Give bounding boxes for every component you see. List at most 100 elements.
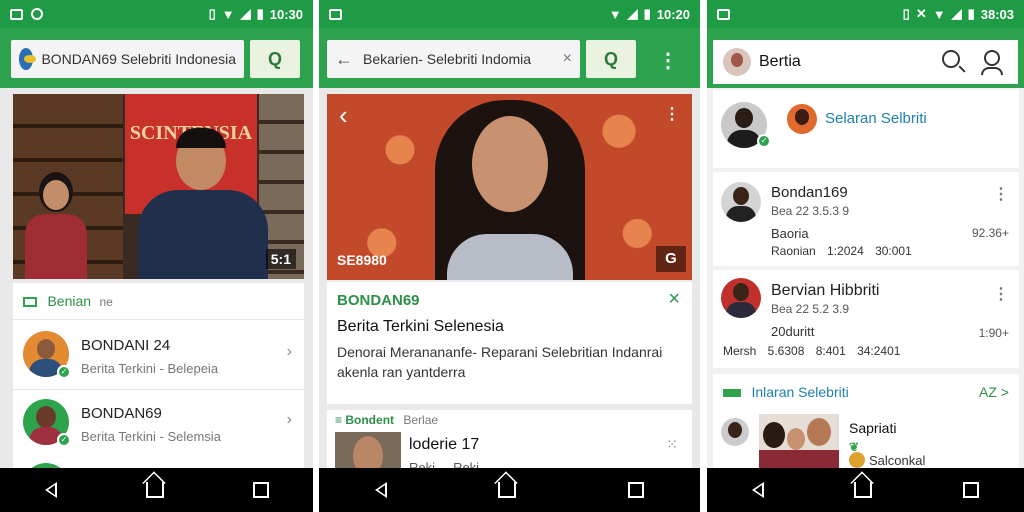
search-icon: Q [267, 48, 282, 69]
item-line-2: 20duritt [771, 324, 815, 339]
signal-icon: ◢ [627, 6, 638, 21]
item-line-1: Bea 22 3.5.3 9 [771, 204, 850, 218]
arrow-left-icon[interactable]: ← [335, 49, 353, 70]
clear-icon[interactable]: × [563, 50, 572, 68]
recents-icon[interactable] [628, 482, 645, 498]
recents-icon[interactable] [962, 482, 979, 498]
user-icon-body [981, 67, 1003, 75]
search-input[interactable]: BONDAN69 Selebriti Indonesia [11, 40, 244, 78]
profile-avatar[interactable] [723, 48, 751, 76]
top-card[interactable]: ✓ Selaran Selbriti [713, 90, 1019, 168]
status-bar: ▯ ✕ ▼ ◢ ▮ 38:03 [707, 0, 1024, 28]
search-icon[interactable] [942, 50, 960, 68]
search-text: BONDAN69 Selebriti Indonesia [41, 51, 236, 67]
header-title: Bertia [759, 53, 801, 70]
video-duration: 5:1 [265, 249, 296, 269]
section-header: Benian ne [23, 293, 113, 311]
next-tag-2: Berlae [403, 413, 439, 427]
news-list: Benian ne ✓ BONDANI 24 Berita Terkini - … [13, 283, 304, 509]
app-bar: ← Bekarien- Selebriti Indomia × Q ⋮ [319, 28, 700, 88]
user-icon[interactable] [984, 50, 1000, 66]
item-right-value: 1:90+ [978, 326, 1009, 340]
more-menu-icon[interactable]: ⋮ [658, 48, 678, 73]
sort-link[interactable]: AZ > [979, 384, 1009, 400]
list-icon: ≡ [335, 413, 343, 427]
chevron-right-icon: › [286, 411, 292, 428]
list-item[interactable]: Bondan169 ⋮ Bea 22 3.5.3 9 Baoria Raonia… [713, 172, 1019, 266]
chevron-right-icon: › [286, 343, 292, 360]
more-icon[interactable]: ⋮ [664, 104, 680, 124]
home-icon[interactable] [854, 482, 873, 498]
status-bar: ▯ ▼ ◢ ▮ 10:30 [0, 0, 313, 28]
article-card[interactable]: BONDAN69 × Berita Terkini Selenesia Deno… [327, 282, 692, 404]
avatar [721, 418, 749, 446]
list-item[interactable]: ✓ BONDANI 24 Berita Terkini - Belepeia › [13, 321, 304, 389]
item-right-value: 92.36+ [971, 226, 1009, 240]
app-bar: Bertia [707, 28, 1024, 88]
back-icon[interactable] [44, 482, 57, 498]
phone-screen-3: ▯ ✕ ▼ ◢ ▮ 38:03 Bertia ✓ Selaran Selbrit… [707, 0, 1024, 512]
small-avatar [849, 452, 865, 468]
item-line-3: Mersh 5.6308 8:401 34:2401 [723, 344, 901, 358]
share-icon[interactable]: G [656, 246, 686, 272]
section-title: Benian [47, 293, 92, 309]
section-title: Inlaran Selebriti [751, 384, 849, 400]
home-icon[interactable] [498, 482, 517, 498]
search-icon-handle [958, 65, 966, 73]
item-subtitle: Berita Terkini - Belepeia [81, 361, 219, 376]
more-icon[interactable]: ⋮ [993, 184, 1009, 204]
header-bar: Bertia [713, 40, 1018, 84]
list-icon [723, 388, 741, 397]
search-text: Bekarien- Selebriti Indomia [363, 51, 532, 67]
item-line-3: Raonian 1:2024 30:001 [771, 244, 912, 258]
close-icon[interactable]: × [668, 288, 680, 311]
battery-icon: ▮ [643, 6, 651, 21]
nav-bar [319, 468, 700, 512]
avatar [721, 182, 761, 222]
next-title: loderie 17 [409, 436, 480, 453]
verified-icon: ✓ [57, 433, 71, 447]
item-title: BONDAN69 [81, 405, 162, 422]
list-item[interactable]: ✓ BONDAN69 Berita Terkini - Selemsia › [13, 391, 304, 459]
hero-image[interactable]: ‹ ⋮ SE8980 G [327, 94, 692, 280]
wifi-icon: ▼ [932, 6, 946, 22]
back-icon[interactable]: ‹ [339, 100, 348, 131]
phone-screen-1: ▯ ▼ ◢ ▮ 10:30 BONDAN69 Selebriti Indones… [0, 0, 313, 512]
search-button[interactable]: Q [250, 40, 300, 78]
section-header[interactable]: Inlaran Selebriti AZ > [723, 384, 1009, 402]
home-icon[interactable] [145, 482, 164, 498]
verified-icon: ✓ [57, 365, 71, 379]
search-input[interactable]: ← Bekarien- Selebriti Indomia × [327, 40, 580, 78]
signal-icon: ◢ [240, 6, 251, 21]
battery-icon: ▮ [256, 6, 264, 21]
item-title: BONDANI 24 [81, 337, 171, 354]
list-item[interactable]: Bervian Hibbriti ⋮ Bea 22 5.2 3.9 20duri… [713, 270, 1019, 368]
status-time: 38:03 [980, 6, 1014, 22]
verified-icon: ✓ [757, 134, 771, 148]
person-left [21, 172, 91, 279]
article-body: Denorai Meranananfe- Reparani Selebritia… [337, 344, 663, 380]
wifi-icon: ▼ [221, 6, 235, 22]
image-notification-icon [717, 8, 730, 20]
divider [13, 319, 304, 320]
video-thumbnail[interactable]: SCINTENSIA 5:1 [13, 94, 304, 279]
more-icon[interactable]: ⋮ [993, 284, 1009, 304]
woman-body [447, 234, 573, 280]
search-button[interactable]: Q [586, 40, 636, 78]
small-avatar [787, 104, 817, 134]
vibrate-icon: ▯ [902, 6, 910, 21]
signal-icon: ◢ [951, 6, 962, 21]
section-card: Inlaran Selebriti AZ > Sapriati ❦ Salcon… [713, 374, 1019, 474]
grid-icon[interactable]: ⁙ [666, 436, 678, 453]
list-icon [23, 296, 37, 307]
top-link[interactable]: Selaran Selbriti [825, 110, 927, 127]
back-icon[interactable] [374, 482, 387, 498]
recents-icon[interactable] [252, 482, 269, 498]
back-icon[interactable] [752, 482, 765, 498]
article-tag: BONDAN69 [337, 292, 420, 309]
battery-icon: ▮ [967, 6, 975, 21]
app-logo-icon [19, 48, 36, 70]
item-subtitle: Berita Terkini - Selemsia [81, 429, 221, 444]
group-photo [759, 414, 839, 470]
status-time: 10:30 [269, 6, 303, 22]
